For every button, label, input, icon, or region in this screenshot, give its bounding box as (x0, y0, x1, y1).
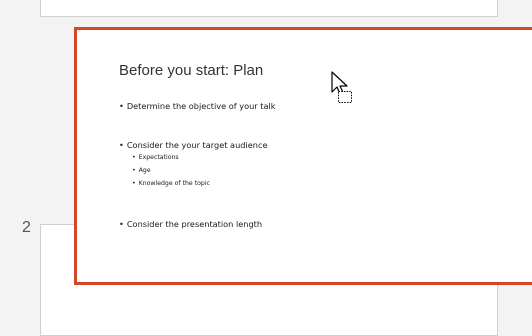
previous-slide-thumbnail[interactable] (40, 0, 498, 17)
bullet-item: • Determine the objective of your talk (119, 101, 276, 111)
slide-title: Before you start: Plan (119, 62, 264, 79)
slide-number-label: 2 (22, 219, 31, 236)
bullet-item: • Consider the your target audience (119, 140, 268, 150)
selected-slide-thumbnail[interactable]: Before you start: Plan • Determine the ob… (74, 27, 532, 285)
move-cursor-icon (331, 71, 352, 103)
slide-thumbnail-pane: 2 Before you start: Plan • Determine the … (0, 0, 532, 336)
sub-bullet-item: • Knowledge of the topic (132, 180, 210, 187)
sub-bullet-item: • Expectations (132, 154, 179, 161)
bullet-item: • Consider the presentation length (119, 219, 263, 229)
sub-bullet-item: • Age (132, 167, 151, 174)
